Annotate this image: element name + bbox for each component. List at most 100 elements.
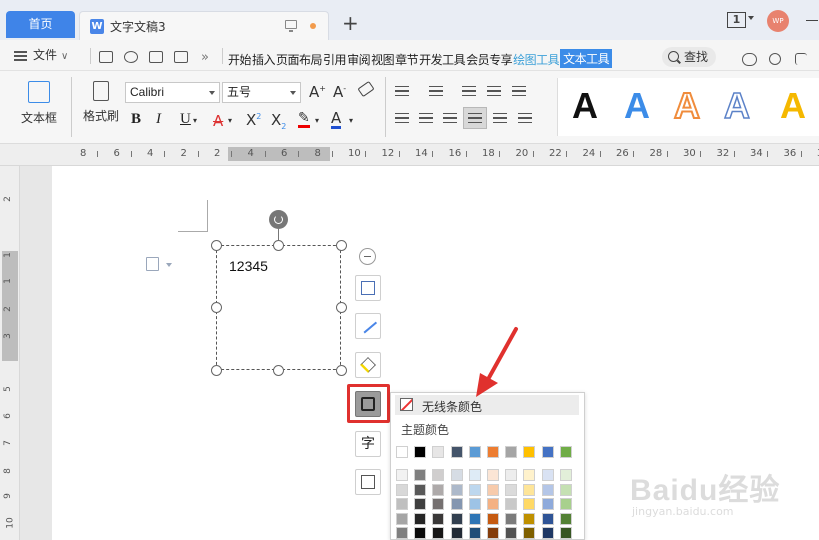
color-swatch-shade[interactable] (468, 527, 481, 539)
window-count-caret-icon[interactable] (748, 16, 754, 20)
color-swatch[interactable] (541, 446, 554, 458)
color-swatch[interactable] (523, 446, 536, 458)
color-swatch-shade[interactable] (450, 512, 463, 525)
menu-view[interactable]: 视图 (371, 51, 395, 68)
grow-font-icon[interactable]: A+ (309, 83, 326, 101)
color-swatch-shade[interactable] (505, 498, 518, 510)
search-button[interactable]: 查找 (662, 47, 716, 67)
art-style-black[interactable]: A (572, 84, 598, 128)
color-swatch-shade[interactable] (414, 527, 427, 539)
strikethrough-icon[interactable]: A (213, 112, 223, 130)
color-swatch-shade[interactable] (396, 527, 408, 539)
clear-format-icon[interactable] (357, 80, 375, 98)
color-swatch-shade[interactable] (505, 483, 518, 496)
chevron-down-icon[interactable]: ▾ (315, 116, 319, 125)
shape-style-button[interactable] (355, 313, 381, 339)
align-center-icon[interactable] (419, 113, 433, 123)
color-swatch-shade[interactable] (432, 469, 445, 481)
color-swatch-shade[interactable] (396, 469, 408, 481)
justify-button[interactable] (463, 107, 487, 129)
tab-document[interactable]: W 文字文稿3 (79, 11, 329, 40)
menu-insert[interactable]: 插入 (252, 51, 276, 68)
text-align-button[interactable] (355, 469, 381, 495)
color-swatch-shade[interactable] (487, 483, 499, 496)
art-style-blue-outline[interactable]: A (723, 84, 751, 128)
color-swatch-shade[interactable] (541, 483, 554, 496)
file-menu-button[interactable]: 文件 ∨ (14, 46, 68, 63)
collapse-toolbar-icon[interactable] (359, 248, 376, 265)
menu-drawing-tools[interactable]: 绘图工具 (513, 51, 560, 68)
color-swatch-shade[interactable] (559, 498, 572, 510)
document-outline-icon[interactable] (146, 257, 159, 271)
minimize-icon[interactable] (806, 20, 818, 21)
color-swatch-shade[interactable] (396, 483, 408, 496)
color-swatch[interactable] (487, 446, 499, 458)
art-style-orange-outline[interactable]: A (673, 84, 701, 128)
color-swatch-shade[interactable] (487, 498, 499, 510)
menu-member[interactable]: 会员专享 (466, 51, 513, 68)
color-swatch-shade[interactable] (396, 498, 408, 510)
color-swatch[interactable] (414, 446, 427, 458)
print-icon[interactable] (149, 51, 163, 63)
underline-button[interactable]: U (180, 111, 191, 128)
resize-handle[interactable] (273, 365, 284, 376)
menu-review[interactable]: 审阅 (347, 51, 371, 68)
color-swatch[interactable] (468, 446, 481, 458)
menu-text-tools[interactable]: 文本工具 (560, 49, 613, 68)
avatar[interactable]: WP (767, 10, 789, 32)
align-left-icon[interactable] (395, 113, 409, 123)
chevron-down-icon[interactable]: ▾ (228, 116, 232, 125)
increase-indent-icon[interactable] (487, 86, 501, 96)
color-swatch-shade[interactable] (468, 512, 481, 525)
chevron-down-icon[interactable] (166, 263, 172, 267)
color-swatch-shade[interactable] (559, 483, 572, 496)
color-swatch-shade[interactable] (432, 512, 445, 525)
resize-handle[interactable] (273, 240, 284, 251)
color-swatch-shade[interactable] (432, 527, 445, 539)
color-swatch-shade[interactable] (450, 469, 463, 481)
color-swatch-shade[interactable] (523, 469, 536, 481)
layout-options-button[interactable] (355, 275, 381, 301)
color-swatch-shade[interactable] (505, 512, 518, 525)
color-swatch-shade[interactable] (414, 469, 427, 481)
menu-page-layout[interactable]: 页面布局 (276, 51, 323, 68)
subscript-icon[interactable]: X2 (271, 111, 286, 131)
textbox-button[interactable]: 文本框 (14, 81, 64, 126)
color-swatch-shade[interactable] (505, 469, 518, 481)
color-swatch-shade[interactable] (432, 498, 445, 510)
color-swatch-shade[interactable] (523, 498, 536, 510)
resize-handle[interactable] (211, 302, 222, 313)
color-swatch-shade[interactable] (468, 469, 481, 481)
color-swatch-shade[interactable] (468, 498, 481, 510)
print-preview-icon[interactable] (174, 51, 188, 63)
menu-chapter[interactable]: 章节 (395, 51, 419, 68)
resize-handle[interactable] (336, 240, 347, 251)
horizontal-ruler[interactable]: 8642246810121416182022242628303234363840 (0, 144, 819, 166)
bold-button[interactable]: B (131, 111, 141, 128)
color-swatch-shade[interactable] (559, 527, 572, 539)
share-user-icon[interactable] (769, 53, 781, 65)
add-tab-button[interactable]: + (342, 13, 359, 33)
font-color-icon[interactable]: A (331, 111, 342, 129)
color-swatch-shade[interactable] (541, 498, 554, 510)
expand-icon[interactable] (795, 53, 807, 65)
align-right-icon[interactable] (443, 113, 457, 123)
color-swatch-shade[interactable] (523, 483, 536, 496)
monitor-icon[interactable] (285, 20, 297, 32)
line-spacing-icon[interactable] (518, 113, 532, 123)
resize-handle[interactable] (336, 302, 347, 313)
color-swatch-shade[interactable] (450, 527, 463, 539)
text-direction-icon[interactable] (512, 86, 526, 96)
superscript-icon[interactable]: X2 (246, 111, 261, 129)
color-swatch-shade[interactable] (487, 512, 499, 525)
art-style-yellow[interactable]: A (780, 84, 806, 128)
color-swatch-shade[interactable] (450, 483, 463, 496)
fill-button[interactable] (355, 352, 381, 378)
save-icon[interactable] (99, 51, 113, 63)
text-wrap-button[interactable]: 字 (355, 431, 381, 457)
font-size-select[interactable]: 五号 (222, 82, 301, 103)
color-swatch[interactable] (450, 446, 463, 458)
menu-developer[interactable]: 开发工具 (419, 51, 466, 68)
menu-start[interactable]: 开始 (228, 51, 252, 68)
decrease-indent-icon[interactable] (462, 86, 476, 96)
